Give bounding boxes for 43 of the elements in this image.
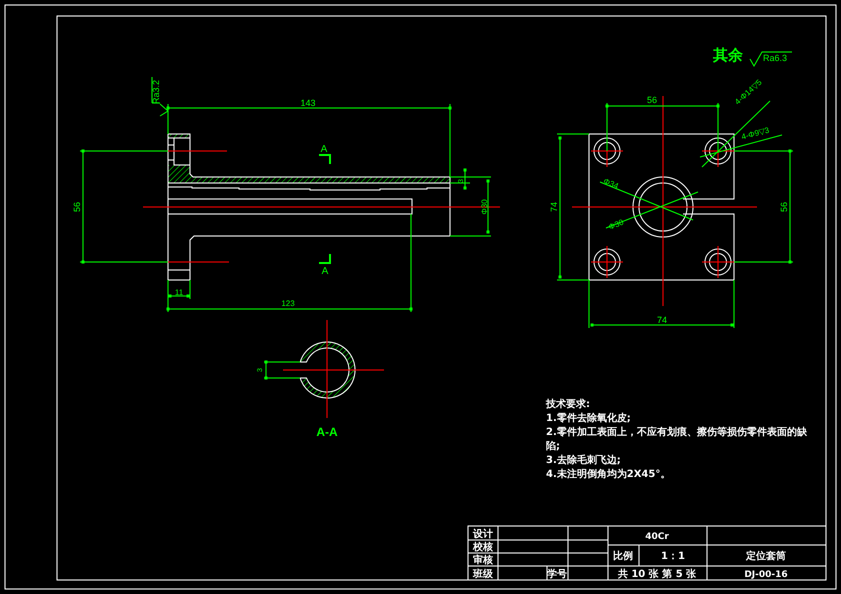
dimension-text: 56 [779,202,789,212]
dimension-text: 56 [647,95,657,105]
roughness-symbol-icon [750,52,792,67]
callout-text: Φ34 [602,176,620,191]
requirement-text: 2.零件加工表面上，不应有划痕、擦伤等损伤零件表面的缺陷; [546,426,808,454]
surface-finish-label: 其余 [713,46,743,64]
dimension-text: 74 [657,315,667,325]
scale-text: 1：1 [661,551,685,562]
requirement-text: 1.零件去除氧化皮; [546,412,631,426]
requirement-text: 4.未注明倒角均为2X45°。 [546,468,670,482]
bolt-hole [704,138,732,164]
title-block-label: 学号 [547,569,567,580]
title-block-label: 班级 [473,569,493,580]
section-ring [300,342,356,398]
dimension-text: 56 [72,202,82,212]
title-block-label: 比例 [613,551,633,562]
dimension-text: 143 [300,98,316,108]
title-block-label: 校核 [473,542,493,553]
drawing-number-text: DJ-00-16 [744,570,788,580]
section-title: A-A [316,425,338,439]
section-label: A [320,144,328,155]
center-line [168,150,228,152]
center-bore [632,176,694,238]
dimension-text: 123 [281,299,295,308]
material-text: 40Cr [645,532,669,542]
title-block-label: 设计 [473,529,493,540]
section-label: A [322,266,328,277]
hatch-fill [168,134,190,138]
bolt-hole [704,248,732,276]
title-block-label: 审核 [473,555,493,566]
requirements-heading: 技术要求: [546,398,590,412]
roughness-value: Ra6.3 [763,53,788,63]
dimension-text: 74 [549,202,559,212]
requirement-text: 3.去除毛刺飞边; [546,454,621,468]
sheet-number-text: 共 10 张 第 5 张 [618,569,696,580]
part-name-text: 定位套筒 [746,551,786,562]
roughness-symbol-icon [152,76,169,116]
bolt-hole [594,138,620,164]
dimension-text: Φ30 [480,199,489,215]
dimension-line [264,360,300,380]
bolt-hole [594,248,620,276]
dimension-text: 11 [174,288,184,297]
callout-text: 4-Φ9▽3 [740,126,770,142]
